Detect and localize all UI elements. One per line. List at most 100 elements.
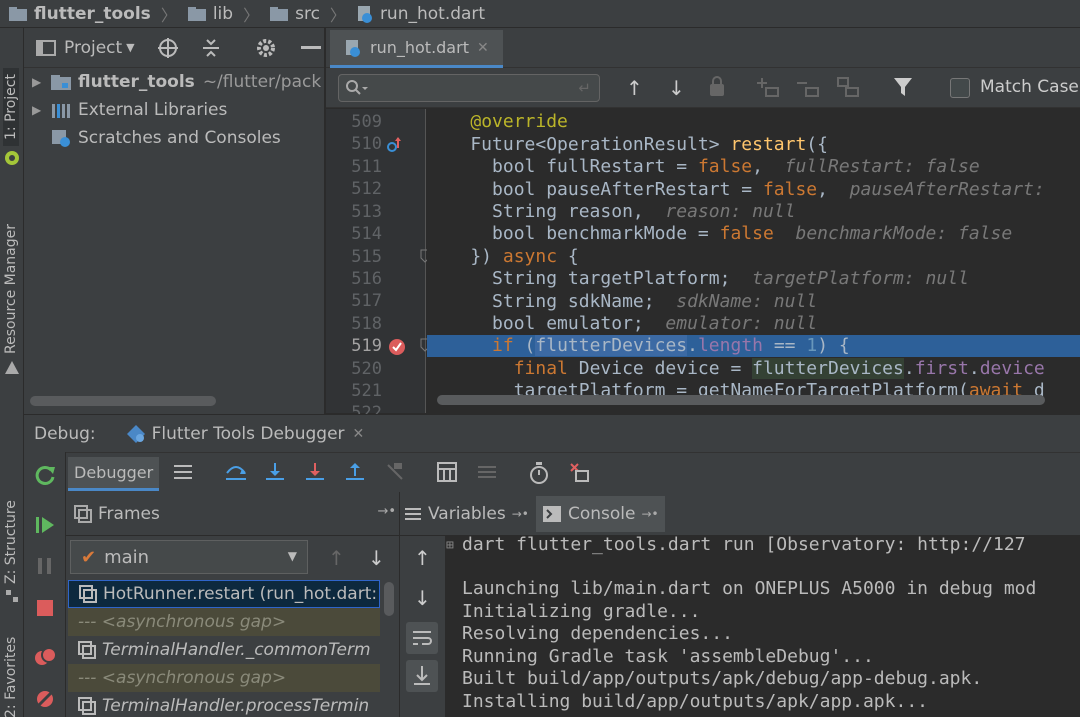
expand-arrow-icon[interactable]: ▶ (32, 75, 50, 89)
close-icon[interactable]: ✕ (477, 40, 489, 56)
pin-icon[interactable]: →• (642, 507, 659, 521)
expand-arrow-icon[interactable]: ▶ (32, 103, 50, 117)
run-to-cursor-icon[interactable] (384, 461, 408, 485)
horizontal-scrollbar[interactable] (30, 396, 216, 406)
breadcrumb-file[interactable]: run_hot.dart (356, 4, 485, 24)
scroll-to-end-button[interactable] (406, 660, 438, 692)
debugger-toolbar: Debugger (24, 452, 1080, 492)
stop-icon[interactable] (35, 598, 55, 618)
thread-selector[interactable]: ✔ main ▼ (70, 540, 308, 574)
scroll-to-end-icon (414, 666, 430, 685)
tree-item-external-libraries[interactable]: ▶ External Libraries (24, 96, 324, 124)
code-line: @override (470, 111, 568, 132)
project-view-selector[interactable]: Project (64, 38, 122, 58)
tab-variables[interactable]: Variables →• (404, 498, 529, 530)
restore-layout-icon[interactable] (568, 461, 592, 485)
tab-variables-label: Variables (428, 504, 506, 524)
folder-icon (8, 6, 28, 22)
code-line: final Device device = flutterDevices.fir… (513, 358, 1045, 379)
resume-icon[interactable] (34, 514, 56, 536)
console-line: Launching lib/main.dart on ONEPLUS A5000… (462, 578, 1037, 599)
tree-item-flutter-tools[interactable]: ▶ flutter_tools ~/flutter/pack (24, 68, 324, 96)
debug-session-tab[interactable]: Flutter Tools Debugger (152, 424, 345, 444)
frames-header: Frames →• (66, 492, 400, 536)
step-into-icon[interactable] (264, 461, 288, 485)
mute-breakpoints-icon[interactable] (34, 688, 56, 710)
project-tool-tab[interactable]: 1: Project (3, 68, 19, 146)
vertical-scrollbar[interactable] (384, 582, 394, 616)
select-all-occurrences-icon[interactable] (706, 76, 730, 100)
remove-occurrence-icon[interactable] (796, 76, 820, 100)
add-occurrence-icon[interactable] (756, 76, 780, 100)
code-line: bool pauseAfterRestart = false, pauseAft… (427, 179, 1045, 200)
horizontal-scrollbar[interactable] (437, 395, 1045, 405)
frame-item[interactable]: TerminalHandler.processTermin (68, 692, 380, 717)
tab-debugger[interactable]: Debugger (68, 457, 160, 491)
check-icon: ✔ (81, 546, 97, 568)
next-frame-icon[interactable]: ↓ (368, 546, 385, 570)
code-line: bool emulator; emulator: null (427, 313, 818, 334)
code-editor[interactable]: @override Future<OperationResult> restar… (427, 109, 1080, 413)
tree-item-scratches[interactable]: Scratches and Consoles (24, 124, 324, 152)
favorites-tool-tab[interactable]: 2: Favorites (3, 637, 19, 717)
pin-icon[interactable]: →• (512, 507, 529, 521)
frame-async-gap: --- <asynchronous gap> (68, 608, 380, 636)
close-icon[interactable]: ✕ (353, 426, 365, 442)
breakpoint-icon[interactable] (388, 338, 406, 356)
gear-icon[interactable] (255, 37, 277, 59)
frame-item[interactable]: TerminalHandler._commonTerm (68, 636, 380, 664)
step-over-icon[interactable] (224, 461, 248, 485)
breadcrumb-separator-icon: 〉 (329, 5, 346, 25)
code-line: bool benchmarkMode = false benchmarkMode… (427, 223, 1013, 244)
resource-manager-tool-tab[interactable]: Resource Manager (3, 224, 19, 354)
soft-wrap-button[interactable] (406, 622, 438, 654)
line-number: 518 (351, 314, 382, 334)
view-breakpoints-icon[interactable] (34, 646, 56, 668)
line-number: 512 (351, 179, 382, 199)
chevron-down-icon[interactable]: ▼ (126, 41, 134, 54)
search-input[interactable]: ↵ (338, 74, 600, 102)
folder-module-icon (50, 73, 72, 91)
tab-run-hot-dart[interactable]: run_hot.dart ✕ (330, 30, 503, 68)
filter-icon[interactable] (892, 76, 916, 100)
line-number: 511 (351, 157, 382, 177)
frame-label: TerminalHandler.processTermin (102, 696, 370, 716)
breadcrumb-src[interactable]: src (269, 4, 320, 24)
frame-item-selected[interactable]: HotRunner.restart (run_hot.dart: (68, 580, 380, 608)
locate-icon[interactable] (157, 37, 179, 59)
select-all-icon[interactable] (836, 76, 860, 100)
trace-icon[interactable] (476, 461, 500, 485)
previous-frame-icon[interactable]: ↑ (328, 546, 345, 570)
stopwatch-icon[interactable] (528, 461, 552, 485)
console-line: Running Gradle task 'assembleDebug'... (462, 646, 874, 667)
menu-icon[interactable] (172, 461, 196, 485)
force-step-into-icon[interactable] (304, 461, 328, 485)
pin-icon[interactable]: →• (377, 504, 396, 519)
console-output[interactable]: ⊞ dart flutter_tools.dart run [Observato… (446, 536, 1080, 717)
rerun-icon[interactable] (34, 464, 56, 486)
breadcrumb-module[interactable]: flutter_tools (8, 4, 151, 24)
code-line: Future<OperationResult> restart({ (427, 134, 828, 155)
breadcrumb-lib[interactable]: lib (187, 4, 233, 24)
collapse-all-icon[interactable] (201, 37, 221, 59)
match-case-checkbox[interactable] (950, 78, 970, 98)
expand-icon[interactable]: ⊞ (446, 538, 454, 553)
scroll-up-icon[interactable]: ↑ (414, 546, 431, 570)
frame-label: TerminalHandler._commonTerm (102, 640, 371, 660)
evaluate-expression-icon[interactable] (436, 461, 460, 485)
debug-header: Debug: Flutter Tools Debugger ✕ (24, 414, 1080, 452)
structure-tool-tab[interactable]: Z: Structure (3, 500, 19, 584)
override-marker-icon[interactable] (386, 136, 402, 154)
tab-label: run_hot.dart (370, 38, 469, 57)
console-line: Installing build/app/outputs/apk/app.apk… (462, 691, 928, 712)
pause-icon[interactable] (36, 556, 54, 576)
tab-console[interactable]: Console →• (536, 496, 665, 532)
step-out-icon[interactable] (344, 461, 368, 485)
soft-wrap-icon (413, 631, 432, 645)
hide-icon[interactable] (300, 45, 321, 50)
flutter-debug-icon (126, 424, 146, 444)
previous-occurrence-icon[interactable]: ↑ (626, 76, 650, 100)
line-number: 514 (351, 224, 382, 244)
next-occurrence-icon[interactable]: ↓ (668, 76, 692, 100)
scroll-down-icon[interactable]: ↓ (414, 586, 431, 610)
